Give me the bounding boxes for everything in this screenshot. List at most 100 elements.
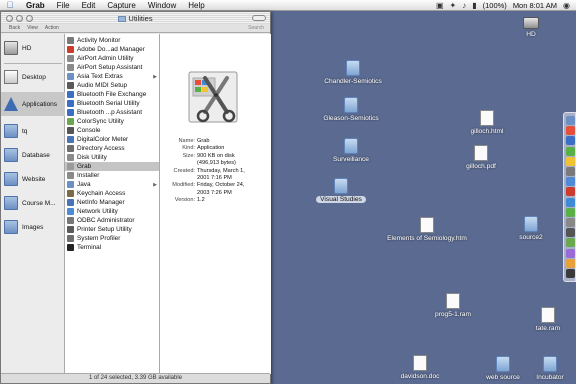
dock-item-icon[interactable]	[566, 269, 575, 278]
app-icon	[67, 55, 74, 62]
desktop-icon-item[interactable]: Surveillance	[306, 138, 396, 163]
sidebar-item-desktop[interactable]: Desktop	[1, 65, 65, 89]
list-item[interactable]: AirPort Admin Utility	[65, 54, 159, 63]
list-item[interactable]: Printer Setup Utility	[65, 225, 159, 234]
sidebar-item-images[interactable]: Images	[1, 215, 65, 239]
list-item[interactable]: Bluetooth Serial Utility	[65, 99, 159, 108]
display-icon[interactable]: ▣	[436, 1, 444, 10]
menu-app-name[interactable]: Grab	[20, 0, 51, 11]
dock-item-icon[interactable]	[566, 228, 575, 238]
close-button[interactable]	[6, 14, 13, 22]
info-row: Created: Thursday, March 1,	[160, 168, 271, 175]
dock-item-icon[interactable]	[566, 146, 575, 156]
list-item[interactable]: System Profiler	[65, 234, 159, 243]
dock-item-icon[interactable]	[566, 136, 575, 146]
list-item[interactable]: DigitalColor Meter	[65, 135, 159, 144]
desktop-icon-item[interactable]: gilloch.html	[442, 110, 532, 135]
desktop-icon-item[interactable]: Visual Studies	[296, 178, 386, 203]
info-key: Version:	[174, 197, 195, 204]
list-item[interactable]: Installer	[65, 171, 159, 180]
sidebar-item-course[interactable]: Course M...	[1, 191, 65, 215]
list-item[interactable]: AirPort Setup Assistant	[65, 63, 159, 72]
action-button[interactable]: Action	[45, 25, 59, 31]
menu-help[interactable]: Help	[182, 0, 210, 11]
list-item[interactable]: ODBC Administrator	[65, 216, 159, 225]
list-item[interactable]: Keychain Access	[65, 189, 159, 198]
dock-item-icon[interactable]	[566, 218, 575, 227]
document-icon	[541, 307, 555, 323]
zoom-button[interactable]	[26, 14, 33, 22]
toolbar-toggle-button[interactable]	[252, 15, 266, 21]
dock-item-icon[interactable]	[566, 116, 575, 125]
list-item[interactable]: Grab	[65, 162, 159, 171]
view-button[interactable]: View	[27, 25, 38, 31]
dock-item-icon[interactable]	[566, 258, 575, 268]
info-key	[160, 160, 197, 167]
list-item[interactable]: Audio MIDI Setup	[65, 81, 159, 90]
desktop-icon-item[interactable]: davidson.doc	[375, 355, 465, 380]
desktop-icon-item[interactable]: Chandler-Semiotics	[308, 60, 398, 85]
app-icon	[67, 127, 74, 134]
sidebar-item-database[interactable]: Database	[1, 143, 65, 167]
list-item[interactable]: Network Utility	[65, 207, 159, 216]
dock-item-icon[interactable]	[566, 238, 575, 248]
info-value: 900 KB on disk	[197, 152, 235, 159]
list-item[interactable]: Console	[65, 126, 159, 135]
list-item[interactable]: Bluetooth File Exchange	[65, 90, 159, 99]
document-icon	[474, 145, 488, 161]
desktop-icon-item[interactable]: prog5-1.ram	[408, 293, 498, 318]
desktop-icon-item[interactable]: Elements of Semiology.htm	[382, 217, 472, 242]
volume-icon[interactable]: ♪	[462, 1, 466, 10]
list-item[interactable]: NetInfo Manager	[65, 198, 159, 207]
dock-item-icon[interactable]	[566, 177, 575, 187]
desktop-icon-item[interactable]: Incubator	[505, 356, 576, 381]
desktop-icon-item[interactable]: tate.ram	[503, 307, 576, 332]
dock-item-icon[interactable]	[566, 167, 575, 176]
apple-menu-icon[interactable]: 	[0, 0, 20, 10]
list-item[interactable]: ColorSync Utility	[65, 117, 159, 126]
sidebar-item-tq[interactable]: tq	[1, 119, 65, 143]
menu-capture[interactable]: Capture	[101, 0, 141, 11]
app-icon	[67, 190, 74, 197]
window-titlebar[interactable]: Utilities	[1, 12, 270, 24]
battery-icon[interactable]: ▮	[472, 1, 476, 10]
menubar-clock[interactable]: Mon 8:01 AM	[513, 1, 557, 10]
dock-item-icon[interactable]	[566, 248, 575, 258]
desktop-icon-item[interactable]: HD	[486, 17, 576, 38]
list-item[interactable]: Asia Text Extras ▶	[65, 72, 159, 81]
dock-item-icon[interactable]	[566, 197, 575, 207]
menu-window[interactable]: Window	[142, 0, 182, 11]
dock-item-icon[interactable]	[566, 126, 575, 136]
folder-icon	[67, 73, 74, 80]
sidebar-item-hd[interactable]: HD	[1, 36, 65, 60]
back-button[interactable]: Back	[9, 25, 20, 31]
sidebar-item-applications[interactable]: Applications	[1, 92, 65, 116]
list-item[interactable]: Bluetooth ...p Assistant	[65, 108, 159, 117]
desktop-icon-item[interactable]: gilloch.pdf	[436, 145, 526, 170]
sidebar-item-website[interactable]: Website	[1, 167, 65, 191]
app-icon	[67, 91, 74, 98]
bluetooth-icon[interactable]: ✦	[450, 1, 457, 10]
list-item[interactable]: Directory Access	[65, 144, 159, 153]
desktop-icon-label: Visual Studies	[316, 196, 366, 203]
list-item[interactable]: Java ▶	[65, 180, 159, 189]
dock-item-icon[interactable]	[566, 156, 575, 166]
list-item[interactable]: Adobe Do...ad Manager	[65, 45, 159, 54]
spotlight-icon[interactable]: ◉	[563, 1, 570, 10]
list-item-label: Grab	[77, 163, 92, 170]
dock-item-icon[interactable]	[566, 187, 575, 197]
desktop-icon-label: Gleason-Semiotics	[323, 115, 379, 122]
dock-item-icon[interactable]	[566, 207, 575, 217]
info-row: 2003 7:26 PM	[160, 190, 271, 197]
folder-icon	[346, 60, 360, 76]
status-bar: 1 of 24 selected, 3.39 GB available	[1, 373, 270, 383]
menu-file[interactable]: File	[51, 0, 76, 11]
list-item[interactable]: Disk Utility	[65, 153, 159, 162]
search-field[interactable]: Search	[248, 25, 264, 31]
list-item[interactable]: Activity Monitor	[65, 36, 159, 45]
folder-icon	[524, 216, 538, 232]
list-item[interactable]: Terminal	[65, 243, 159, 252]
minimize-button[interactable]	[16, 14, 23, 22]
desktop-icon-item[interactable]: Gleason-Semiotics	[306, 97, 396, 122]
menu-edit[interactable]: Edit	[76, 0, 102, 11]
